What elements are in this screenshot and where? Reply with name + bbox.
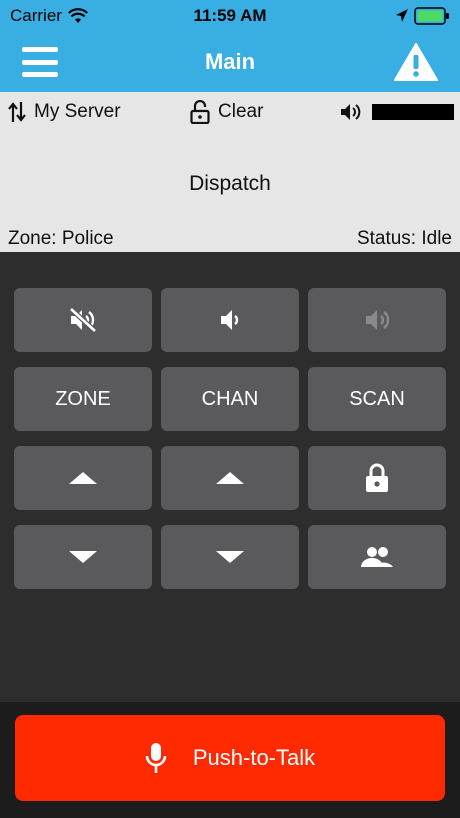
volume-level-bar [372,104,454,120]
unlock-icon [190,100,210,124]
zone-button[interactable]: ZONE [14,367,152,431]
nav-bar: Main [0,32,460,92]
volume-up-icon [366,310,390,330]
scan-button[interactable]: SCAN [308,367,446,431]
encryption-label: Clear [218,101,264,122]
hamburger-icon[interactable] [22,47,58,77]
channel-name: Dispatch [189,172,271,195]
chan-button[interactable]: CHAN [161,367,299,431]
push-to-talk-label: Push-to-Talk [192,745,316,770]
status-bar: Carrier 11:59 AM [0,0,460,32]
zone-up-button[interactable] [14,446,152,510]
arrow-up-icon [216,472,244,484]
lock-icon [366,463,388,492]
group-button[interactable] [308,525,446,589]
server-name: My Server [34,101,121,122]
encryption-indicator[interactable]: Clear [190,100,263,124]
group-icon [361,547,393,567]
status-right [396,7,450,25]
arrow-down-icon [69,551,97,563]
volume-down-icon [221,310,239,330]
arrow-up-icon [69,472,97,484]
ptt-bar: Push-to-Talk [0,702,460,818]
control-grid: ZONE CHAN SCAN [14,288,446,589]
mute-button[interactable] [14,288,152,352]
microphone-icon [145,743,167,773]
speaker-icon [341,104,361,120]
info-top-row: My Server Clear [0,100,460,124]
status-label: Status: Idle [356,228,452,249]
header: Carrier 11:59 AM Main [0,0,460,92]
zone-label: Zone: Police [8,228,114,249]
wifi-icon [67,8,88,23]
push-to-talk-button[interactable]: Push-to-Talk [15,715,445,801]
location-icon [396,9,408,22]
channel-info-panel: My Server Clear Dispatch Zone: Police St… [0,92,460,252]
volume-indicator [340,102,454,122]
zone-down-button[interactable] [14,525,152,589]
volume-down-button[interactable] [161,288,299,352]
speaker-muted-icon [69,307,97,333]
server-selector[interactable]: My Server [8,101,121,123]
arrow-down-icon [216,551,244,563]
channel-down-button[interactable] [161,525,299,589]
warning-icon[interactable] [394,43,438,81]
channel-up-button[interactable] [161,446,299,510]
swap-arrows-icon [8,102,26,122]
status-left: Carrier [10,6,88,26]
page-title: Main [204,49,256,74]
volume-up-button[interactable] [308,288,446,352]
carrier-label: Carrier [10,6,62,25]
battery-icon [414,7,449,25]
lock-button[interactable] [308,446,446,510]
